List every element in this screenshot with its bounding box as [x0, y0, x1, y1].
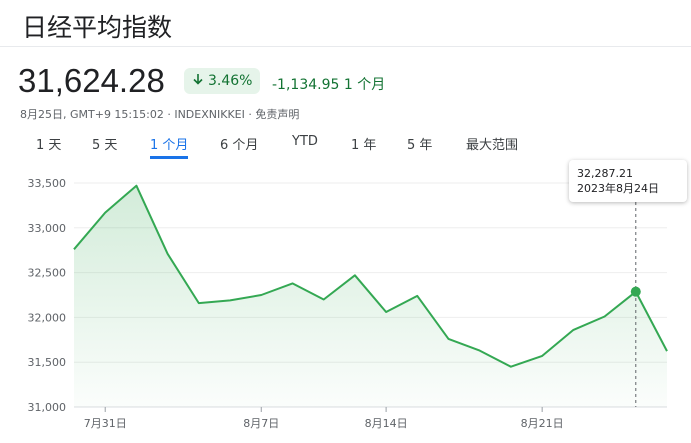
y-tick-label: 33,500 [28, 177, 67, 190]
y-axis: 33,500 33,000 32,500 32,000 31,500 31,000 [28, 177, 67, 414]
y-tick-label: 33,000 [28, 222, 67, 235]
x-tick-label: 8月14日 [365, 417, 408, 430]
x-axis: 7月31日 8月7日 8月14日 8月21日 [84, 407, 564, 430]
x-tick-label: 8月7日 [243, 417, 279, 430]
y-tick-label: 31,000 [28, 401, 67, 414]
price-chart[interactable]: 33,500 33,000 32,500 32,000 31,500 31,000 7月3… [0, 0, 691, 443]
y-tick-label: 32,000 [28, 311, 67, 324]
y-tick-label: 32,500 [28, 267, 67, 280]
y-tick-label: 31,500 [28, 356, 67, 369]
hover-point [630, 286, 641, 297]
tooltip-date: 2023年8月24日 [577, 182, 659, 195]
series-area [74, 185, 667, 407]
hover-tooltip: 32,287.21 2023年8月24日 [569, 160, 687, 202]
x-tick-label: 7月31日 [84, 417, 127, 430]
tooltip-value: 32,287.21 [577, 167, 633, 180]
price-series [73, 184, 668, 407]
x-tick-label: 8月21日 [521, 417, 564, 430]
